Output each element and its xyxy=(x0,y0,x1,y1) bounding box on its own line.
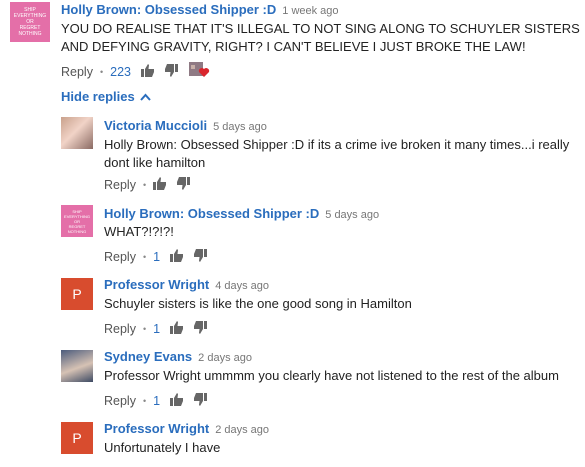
creator-heart-icon xyxy=(188,62,211,81)
comment-actions: Reply • 1 xyxy=(104,321,216,337)
comment-text: Unfortunately I have xyxy=(104,440,221,455)
avatar[interactable]: Ship Everything or Regret Nothing xyxy=(10,2,50,42)
hide-replies-button[interactable]: Hide replies xyxy=(61,89,151,104)
thumbs-down-icon[interactable] xyxy=(176,177,191,193)
like-count: 223 xyxy=(110,64,131,79)
thumbs-up-icon[interactable] xyxy=(170,393,184,409)
like-count: 1 xyxy=(153,394,161,408)
comment-author[interactable]: Holly Brown: Obsessed Shipper :D 5 days a… xyxy=(104,206,379,221)
comment-author[interactable]: Professor Wright 2 days ago xyxy=(104,421,269,436)
reply-button[interactable]: Reply xyxy=(104,394,136,408)
comment-time[interactable]: 2 days ago xyxy=(198,352,252,364)
separator-dot: • xyxy=(142,324,147,334)
comment-actions: Reply • xyxy=(104,177,199,193)
avatar[interactable] xyxy=(61,350,93,382)
avatar[interactable]: Ship Everything or Regret Nothing xyxy=(61,205,93,237)
separator-dot: • xyxy=(142,396,147,406)
thumbs-down-icon[interactable] xyxy=(193,393,208,409)
comment-text: YOU DO REALISE THAT IT'S ILLEGAL TO NOT … xyxy=(61,21,580,54)
comment-actions: Reply • 1 xyxy=(104,393,216,409)
reply-button[interactable]: Reply xyxy=(61,65,93,79)
comment-author[interactable]: Holly Brown: Obsessed Shipper :D 1 week a… xyxy=(61,2,339,17)
comment-text: WHAT?!?!?! xyxy=(104,224,174,239)
comment-time[interactable]: 4 days ago xyxy=(215,280,269,292)
thumbs-up-icon[interactable] xyxy=(140,63,155,80)
like-count: 1 xyxy=(153,250,161,264)
reply-button[interactable]: Reply xyxy=(104,250,136,264)
comment-author[interactable]: Sydney Evans 2 days ago xyxy=(104,349,252,364)
reply-button[interactable]: Reply xyxy=(104,322,136,336)
reply-button[interactable]: Reply xyxy=(104,178,136,192)
thumbs-up-icon[interactable] xyxy=(170,249,184,265)
comment-text: Professor Wright ummmm you clearly have … xyxy=(104,368,559,383)
avatar[interactable] xyxy=(61,117,93,149)
comment-actions: Reply • 223 xyxy=(61,62,211,81)
comment-time[interactable]: 2 days ago xyxy=(215,424,269,436)
comment-author[interactable]: Victoria Muccioli 5 days ago xyxy=(104,118,267,133)
comment-text: Holly Brown: Obsessed Shipper :D if its … xyxy=(104,137,570,170)
thumbs-down-icon[interactable] xyxy=(164,63,178,80)
comment-time[interactable]: 5 days ago xyxy=(325,209,379,221)
thumbs-up-icon[interactable] xyxy=(170,321,184,337)
thumbs-up-icon[interactable] xyxy=(153,177,167,193)
like-count: 1 xyxy=(153,322,161,336)
comment-author[interactable]: Professor Wright 4 days ago xyxy=(104,277,269,292)
comment-time[interactable]: 5 days ago xyxy=(213,121,267,133)
comment-time[interactable]: 1 week ago xyxy=(282,5,338,17)
comment-actions: Reply • 1 xyxy=(104,249,216,265)
avatar[interactable]: P xyxy=(61,422,93,454)
separator-dot: • xyxy=(142,252,147,262)
thumbs-down-icon[interactable] xyxy=(193,321,208,337)
comment-text: Schuyler sisters is like the one good so… xyxy=(104,296,412,311)
thumbs-down-icon[interactable] xyxy=(193,249,208,265)
chevron-up-icon xyxy=(139,93,151,101)
avatar[interactable]: P xyxy=(61,278,93,310)
separator-dot: • xyxy=(142,180,147,190)
separator-dot: • xyxy=(99,66,104,77)
